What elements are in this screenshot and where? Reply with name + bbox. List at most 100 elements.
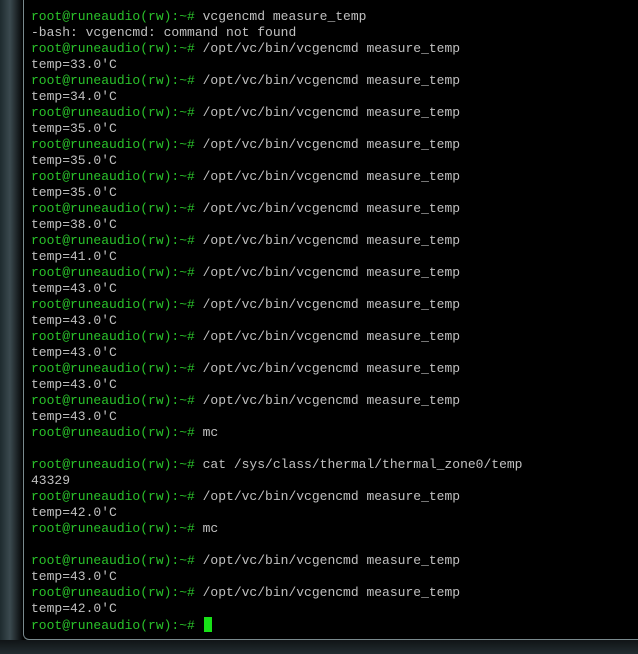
output-text: temp=35.0'C [31,121,117,136]
output-text: temp=33.0'C [31,57,117,72]
terminal-command-line: root@runeaudio(rw):~# /opt/vc/bin/vcgenc… [31,553,522,569]
command-text: /opt/vc/bin/vcgencmd measure_temp [194,137,461,152]
command-text: /opt/vc/bin/vcgencmd measure_temp [194,265,461,280]
output-text: temp=43.0'C [31,409,117,424]
command-text: mc [194,425,219,440]
terminal-command-line: root@runeaudio(rw):~# /opt/vc/bin/vcgenc… [31,265,522,281]
shell-prompt: root@runeaudio(rw):~# [31,457,195,472]
output-text: temp=35.0'C [31,185,117,200]
output-text: temp=38.0'C [31,217,117,232]
shell-prompt: root@runeaudio(rw):~# [31,265,195,280]
terminal-command-line: root@runeaudio(rw):~# /opt/vc/bin/vcgenc… [31,585,522,601]
shell-prompt: root@runeaudio(rw):~# [31,9,195,24]
shell-prompt: root@runeaudio(rw):~# [31,169,195,184]
command-text: /opt/vc/bin/vcgencmd measure_temp [194,489,461,504]
terminal-cursor [203,617,212,632]
terminal-output-line: temp=35.0'C [31,185,522,201]
terminal-output-line: temp=43.0'C [31,345,522,361]
command-text: cat /sys/class/thermal/thermal_zone0/tem… [194,457,523,472]
output-text: temp=41.0'C [31,249,117,264]
terminal-output-line: 43329 [31,473,522,489]
command-text: /opt/vc/bin/vcgencmd measure_temp [194,361,461,376]
shell-prompt: root@runeaudio(rw):~# [31,297,195,312]
command-text: /opt/vc/bin/vcgencmd measure_temp [194,169,461,184]
command-text: /opt/vc/bin/vcgencmd measure_temp [194,201,461,216]
terminal-command-line: root@runeaudio(rw):~# /opt/vc/bin/vcgenc… [31,329,522,345]
command-text: vcgencmd measure_temp [194,9,367,24]
shell-prompt: root@runeaudio(rw):~# [31,201,195,216]
output-text: temp=34.0'C [31,89,117,104]
terminal-command-line: root@runeaudio(rw):~# /opt/vc/bin/vcgenc… [31,297,522,313]
terminal-output-line: temp=34.0'C [31,89,522,105]
command-text: /opt/vc/bin/vcgencmd measure_temp [194,105,461,120]
shell-prompt: root@runeaudio(rw):~# [31,73,195,88]
command-text: /opt/vc/bin/vcgencmd measure_temp [194,553,461,568]
command-text: /opt/vc/bin/vcgencmd measure_temp [194,297,461,312]
command-text: /opt/vc/bin/vcgencmd measure_temp [194,41,461,56]
output-text: 43329 [31,473,71,488]
terminal-output-line: temp=43.0'C [31,569,522,585]
terminal-command-line: root@runeaudio(rw):~# cat /sys/class/the… [31,457,522,473]
terminal-command-line: root@runeaudio(rw):~# /opt/vc/bin/vcgenc… [31,233,522,249]
terminal-output-line: temp=35.0'C [31,121,522,137]
terminal-output[interactable]: root@runeaudio(rw):~# vcgencmd measure_t… [31,9,522,633]
terminal-command-line: root@runeaudio(rw):~# mc [31,521,522,537]
shell-prompt: root@runeaudio(rw):~# [31,41,195,56]
command-text: /opt/vc/bin/vcgencmd measure_temp [194,585,461,600]
terminal-output-line: temp=42.0'C [31,601,522,617]
terminal-command-line: root@runeaudio(rw):~# /opt/vc/bin/vcgenc… [31,137,522,153]
terminal-output-line: temp=43.0'C [31,377,522,393]
terminal-output-line: temp=41.0'C [31,249,522,265]
shell-prompt: root@runeaudio(rw):~# [31,425,195,440]
terminal-output-line: -bash: vcgencmd: command not found [31,25,522,41]
terminal-command-line: root@runeaudio(rw):~# /opt/vc/bin/vcgenc… [31,201,522,217]
output-text: temp=35.0'C [31,153,117,168]
shell-prompt: root@runeaudio(rw):~# [31,233,195,248]
shell-prompt: root@runeaudio(rw):~# [31,105,195,120]
command-text: /opt/vc/bin/vcgencmd measure_temp [194,233,461,248]
shell-prompt: root@runeaudio(rw):~# [31,553,195,568]
terminal-output-line: temp=43.0'C [31,313,522,329]
command-text: mc [194,521,219,536]
terminal-output-line: temp=33.0'C [31,57,522,73]
output-text: temp=43.0'C [31,313,117,328]
shell-prompt: root@runeaudio(rw):~# [31,618,195,633]
output-text: temp=42.0'C [31,505,117,520]
command-text: /opt/vc/bin/vcgencmd measure_temp [194,73,461,88]
shell-prompt: root@runeaudio(rw):~# [31,521,195,536]
terminal-command-line: root@runeaudio(rw):~# /opt/vc/bin/vcgenc… [31,73,522,89]
output-text: temp=43.0'C [31,569,117,584]
output-text: temp=43.0'C [31,281,117,296]
output-text: temp=42.0'C [31,601,117,616]
terminal-command-line: root@runeaudio(rw):~# /opt/vc/bin/vcgenc… [31,105,522,121]
terminal-output-line: temp=43.0'C [31,409,522,425]
terminal-command-line: root@runeaudio(rw):~# /opt/vc/bin/vcgenc… [31,489,522,505]
window-bottom-edge [0,640,638,654]
terminal-output-line: temp=43.0'C [31,281,522,297]
terminal-command-line: root@runeaudio(rw):~# /opt/vc/bin/vcgenc… [31,41,522,57]
command-text: /opt/vc/bin/vcgencmd measure_temp [194,329,461,344]
terminal-command-line: root@runeaudio(rw):~# vcgencmd measure_t… [31,9,522,25]
terminal-command-line: root@runeaudio(rw):~# mc [31,425,522,441]
terminal-output-line: temp=38.0'C [31,217,522,233]
shell-prompt: root@runeaudio(rw):~# [31,393,195,408]
shell-prompt: root@runeaudio(rw):~# [31,585,195,600]
shell-prompt: root@runeaudio(rw):~# [31,361,195,376]
output-text: temp=43.0'C [31,345,117,360]
shell-prompt: root@runeaudio(rw):~# [31,489,195,504]
output-text: temp=43.0'C [31,377,117,392]
shell-prompt: root@runeaudio(rw):~# [31,329,195,344]
terminal-command-line: root@runeaudio(rw):~# /opt/vc/bin/vcgenc… [31,361,522,377]
command-text: /opt/vc/bin/vcgencmd measure_temp [194,393,461,408]
terminal-command-line: root@runeaudio(rw):~# [31,617,522,633]
terminal-output-line: temp=42.0'C [31,505,522,521]
terminal-command-line: root@runeaudio(rw):~# /opt/vc/bin/vcgenc… [31,393,522,409]
shell-prompt: root@runeaudio(rw):~# [31,137,195,152]
terminal-output-line: temp=35.0'C [31,153,522,169]
terminal-command-line: root@runeaudio(rw):~# /opt/vc/bin/vcgenc… [31,169,522,185]
command-text [195,618,203,633]
output-text: -bash: vcgencmd: command not found [31,25,297,40]
terminal-window[interactable]: root@runeaudio(rw):~# vcgencmd measure_t… [23,0,638,640]
